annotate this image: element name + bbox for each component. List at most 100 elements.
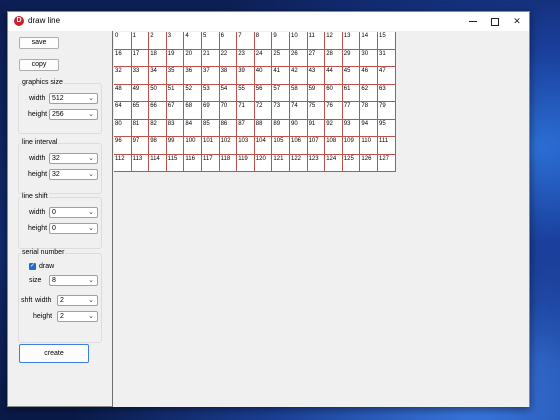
grid-cell: 17 (131, 49, 150, 67)
grid-cell: 23 (237, 49, 255, 67)
maximize-button[interactable] (484, 12, 506, 31)
grid-cell: 13 (342, 32, 361, 50)
line-shift-title: line shift (21, 193, 49, 200)
grid-cell: 104 (254, 137, 273, 155)
grid-cell: 30 (360, 49, 378, 67)
grid-cell: 109 (342, 137, 361, 155)
app-window: D draw line ✕ save copy graphics size wi… (7, 11, 530, 407)
grid-cell: 65 (131, 102, 150, 120)
create-button[interactable]: create (19, 344, 89, 363)
grid-cell: 8 (254, 32, 273, 50)
grid-cell: 113 (131, 154, 150, 172)
app-icon: D (14, 16, 24, 26)
graphics-height-label: height (28, 111, 48, 118)
close-icon: ✕ (513, 16, 521, 26)
draw-checkbox[interactable]: ✓ (29, 263, 36, 270)
grid-cell: 11 (307, 32, 326, 50)
chevron-down-icon: ⌄ (88, 209, 94, 216)
grid-cell: 68 (184, 102, 202, 120)
grid-cell: 73 (272, 102, 290, 120)
shift-width-label: width (29, 209, 46, 216)
interval-width-label: width (29, 155, 46, 162)
interval-height-select[interactable]: 32 ⌄ (49, 169, 98, 180)
grid-cell: 5 (202, 32, 220, 50)
grid-cell: 117 (202, 154, 220, 172)
shift-width-select[interactable]: 0 ⌄ (49, 207, 98, 218)
grid-cell: 20 (184, 49, 202, 67)
grid-cell: 64 (114, 102, 132, 120)
minimize-button[interactable] (462, 12, 484, 31)
shift-height-label: height (28, 225, 48, 232)
graphics-width-select[interactable]: 512 ⌄ (49, 93, 98, 104)
maximize-icon (491, 17, 499, 26)
grid-cell: 39 (237, 67, 255, 85)
grid-cell: 1 (131, 32, 150, 50)
grid-cell: 6 (219, 32, 238, 50)
grid-cell: 52 (184, 84, 202, 102)
graphics-width-label: width (29, 95, 46, 102)
size-value: 8 (52, 277, 56, 284)
grid-cell: 26 (290, 49, 308, 67)
grid-cell: 95 (378, 119, 396, 137)
grid-cell: 71 (237, 102, 255, 120)
grid-cell: 96 (114, 137, 132, 155)
line-interval-title: line interval (21, 139, 59, 146)
serial-shift-height-select[interactable]: 2 ⌄ (57, 311, 98, 322)
grid-cell: 53 (202, 84, 220, 102)
save-button[interactable]: save (19, 37, 59, 49)
grid-cell: 45 (342, 67, 361, 85)
grid-cell: 88 (254, 119, 273, 137)
grid-cell: 49 (131, 84, 150, 102)
minimize-icon (469, 21, 477, 23)
grid-cell: 25 (272, 49, 290, 67)
grid-cell: 90 (290, 119, 308, 137)
grid-cell: 99 (166, 137, 185, 155)
shift-width-value: 0 (52, 209, 56, 216)
grid-cell: 43 (307, 67, 326, 85)
grid-cell: 69 (202, 102, 220, 120)
title-bar[interactable]: D draw line ✕ (8, 12, 529, 31)
chevron-down-icon: ⌄ (88, 111, 94, 118)
serial-shift-height-label: height (33, 313, 53, 320)
grid-cell: 50 (149, 84, 167, 102)
serial-shift-width-select[interactable]: 2 ⌄ (57, 295, 98, 306)
grid-cell: 4 (184, 32, 202, 50)
graphics-height-select[interactable]: 256 ⌄ (49, 109, 98, 120)
interval-width-select[interactable]: 32 ⌄ (49, 153, 98, 164)
grid-image: 0 1 2 3 4 5 6 7 8 9 10 11 12 13 14 15 16 17 18 19 20 21 22 23 24… (114, 32, 396, 172)
grid-cell: 10 (290, 32, 308, 50)
grid-cell: 116 (184, 154, 202, 172)
grid-cell: 61 (342, 84, 361, 102)
grid-cell: 59 (307, 84, 326, 102)
grid-cell: 58 (290, 84, 308, 102)
grid-cell: 103 (237, 137, 255, 155)
grid-cell: 24 (254, 49, 273, 67)
grid-cell: 78 (360, 102, 378, 120)
chevron-down-icon: ⌄ (88, 171, 94, 178)
grid-cell: 36 (184, 67, 202, 85)
serial-shift-label: shft (21, 297, 33, 304)
grid-cell: 124 (325, 154, 343, 172)
grid-cell: 83 (166, 119, 185, 137)
grid-cell: 54 (219, 84, 238, 102)
grid-cell: 112 (114, 154, 132, 172)
grid-cell: 76 (325, 102, 343, 120)
grid-cell: 35 (166, 67, 185, 85)
grid-cell: 87 (237, 119, 255, 137)
graphics-width-value: 512 (52, 95, 64, 102)
grid-cell: 33 (131, 67, 150, 85)
checkmark-icon: ✓ (29, 263, 36, 269)
grid-cell: 12 (325, 32, 343, 50)
preview-canvas[interactable]: 0 1 2 3 4 5 6 7 8 9 10 11 12 13 14 15 16 17 18 19 20 21 22 23 24… (112, 31, 529, 407)
grid-cell: 29 (342, 49, 361, 67)
size-select[interactable]: 8 ⌄ (49, 275, 98, 286)
grid-cell: 111 (378, 137, 396, 155)
grid-cell: 19 (166, 49, 185, 67)
grid-cell: 27 (307, 49, 326, 67)
copy-button[interactable]: copy (19, 59, 59, 71)
graphics-size-title: graphics size (21, 79, 64, 86)
grid-cell: 57 (272, 84, 290, 102)
close-button[interactable]: ✕ (506, 12, 528, 31)
shift-height-select[interactable]: 0 ⌄ (49, 223, 98, 234)
grid-cell: 121 (272, 154, 290, 172)
